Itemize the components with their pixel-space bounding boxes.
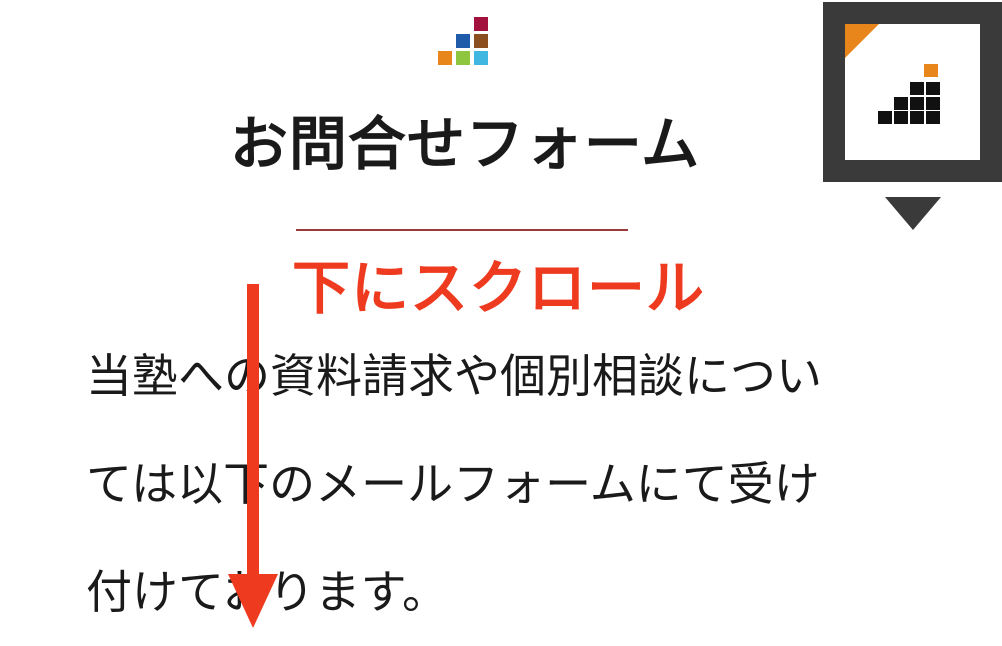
stairs-square xyxy=(926,97,940,110)
intro-line: ては以下のメールフォームにて受け xyxy=(86,457,820,511)
mosaic-cell xyxy=(474,51,488,65)
arrow-shaft xyxy=(247,284,259,584)
arrow-down-icon xyxy=(228,284,278,628)
mosaic-logo-icon xyxy=(438,17,488,67)
stairs-square xyxy=(926,111,940,124)
stairs-square xyxy=(910,82,924,95)
mosaic-cell xyxy=(474,17,488,31)
stairs-icon xyxy=(878,64,941,124)
mosaic-cell xyxy=(456,34,470,48)
intro-paragraph: 当塾への資料請求や個別相談につい ては以下のメールフォームにて受け 付けておりま… xyxy=(86,322,916,646)
stairs-square xyxy=(926,82,940,95)
mosaic-cell xyxy=(474,34,488,48)
scroll-hint-label: 下にスクロール xyxy=(292,254,706,322)
menu-widget-button[interactable] xyxy=(823,2,1002,182)
menu-widget-face xyxy=(845,24,980,160)
intro-line: 付けております。 xyxy=(86,538,916,646)
stairs-square xyxy=(894,111,908,124)
mosaic-cell xyxy=(438,51,452,65)
title-divider xyxy=(296,229,628,231)
stairs-square xyxy=(878,111,892,124)
stairs-square xyxy=(910,97,924,110)
triangle-down-icon xyxy=(885,197,941,230)
mosaic-cell xyxy=(456,51,470,65)
stairs-square xyxy=(910,111,924,124)
corner-accent xyxy=(845,24,879,58)
page-title: お問合せフォーム xyxy=(229,110,701,178)
intro-line: 当塾への資料請求や個別相談につい xyxy=(86,349,822,403)
stairs-square xyxy=(894,97,908,110)
arrow-head xyxy=(228,574,278,628)
stairs-square xyxy=(924,64,938,77)
